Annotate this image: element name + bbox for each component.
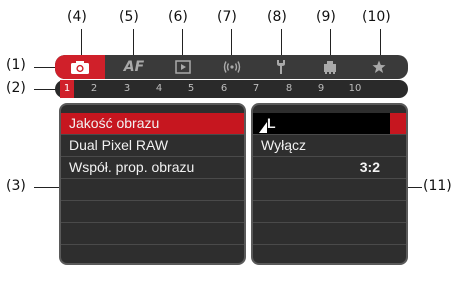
callout-8: (8) — [267, 9, 287, 25]
page-number-8[interactable]: 8 — [280, 80, 298, 98]
menu-item-dual-pixel-raw[interactable]: Dual Pixel RAW — [61, 135, 244, 157]
menu-item-label: Jakość obrazu — [69, 115, 160, 131]
page-number-3[interactable]: 3 — [118, 80, 136, 98]
setting-value-aspect-ratio[interactable]: 3:2 — [253, 157, 406, 179]
menu-tab-bar: AF — [55, 55, 408, 79]
menu-item-empty — [61, 201, 244, 223]
setting-value-empty — [253, 179, 406, 201]
setting-value-list: L Wyłącz 3:2 — [251, 103, 408, 265]
menu-item-aspect-ratio[interactable]: Współ. prop. obrazu — [61, 157, 244, 179]
setting-value-empty — [253, 245, 406, 263]
menu-item-label: Współ. prop. obrazu — [69, 159, 195, 175]
menu-item-empty — [61, 223, 244, 245]
page-number-1[interactable]: 1 — [60, 80, 74, 98]
leader-9 — [330, 29, 331, 56]
callout-7: (7) — [217, 9, 237, 25]
af-text-icon: AF — [123, 59, 145, 75]
playback-icon — [175, 60, 191, 74]
leader-8 — [281, 29, 282, 56]
dual-pixel-raw-value: Wyłącz — [261, 137, 306, 153]
callout-3: (3) — [6, 178, 26, 194]
leader-3 — [34, 187, 60, 188]
custom-functions-icon — [322, 59, 338, 75]
page-number-5[interactable]: 5 — [182, 80, 200, 98]
menu-item-list: Jakość obrazu Dual Pixel RAW Współ. prop… — [59, 103, 246, 265]
menu-item-empty — [61, 179, 244, 201]
page-number-9[interactable]: 9 — [312, 80, 330, 98]
callout-6: (6) — [168, 9, 188, 25]
callout-1: (1) — [6, 57, 26, 73]
callout-9: (9) — [316, 9, 336, 25]
leader-2 — [34, 89, 56, 90]
tab-setup[interactable] — [258, 55, 304, 79]
page-number-7[interactable]: 7 — [247, 80, 265, 98]
tab-my-menu[interactable] — [356, 55, 402, 79]
setting-value-dual-pixel-raw[interactable]: Wyłącz — [253, 135, 406, 157]
page-number-6[interactable]: 6 — [215, 80, 233, 98]
menu-item-label: Dual Pixel RAW — [69, 137, 169, 153]
tab-custom-functions[interactable] — [307, 55, 353, 79]
setting-value-image-quality[interactable]: L — [253, 113, 406, 135]
callout-11: (11) — [423, 178, 452, 194]
callout-10: (10) — [362, 9, 391, 25]
tab-af[interactable]: AF — [111, 55, 157, 79]
leader-4 — [81, 29, 82, 56]
page-number-4[interactable]: 4 — [150, 80, 168, 98]
callout-2: (2) — [6, 80, 26, 96]
callout-5: (5) — [119, 9, 139, 25]
wireless-icon — [223, 60, 241, 74]
star-icon — [372, 60, 386, 74]
tab-playback[interactable] — [160, 55, 206, 79]
page-number-bar: 1 2 3 4 5 6 7 8 9 10 — [55, 80, 408, 98]
setting-value-empty — [253, 223, 406, 245]
tab-wireless[interactable] — [209, 55, 255, 79]
leader-7 — [231, 29, 232, 56]
setting-value-empty — [253, 201, 406, 223]
aspect-ratio-value: 3:2 — [359, 159, 380, 175]
selection-end-marker — [390, 113, 406, 134]
leader-10 — [380, 29, 381, 56]
leader-11 — [406, 187, 422, 188]
page-number-2[interactable]: 2 — [85, 80, 103, 98]
menu-item-image-quality[interactable]: Jakość obrazu — [61, 113, 244, 135]
leader-5 — [133, 29, 134, 56]
camera-icon — [70, 60, 90, 75]
wrench-icon — [275, 59, 287, 75]
page-number-10[interactable]: 10 — [343, 80, 367, 98]
callout-4: (4) — [67, 9, 87, 25]
image-quality-value: L — [267, 115, 276, 131]
tab-shooting[interactable] — [55, 55, 105, 79]
leader-6 — [182, 29, 183, 56]
menu-item-empty — [61, 245, 244, 263]
leader-1 — [34, 67, 56, 68]
